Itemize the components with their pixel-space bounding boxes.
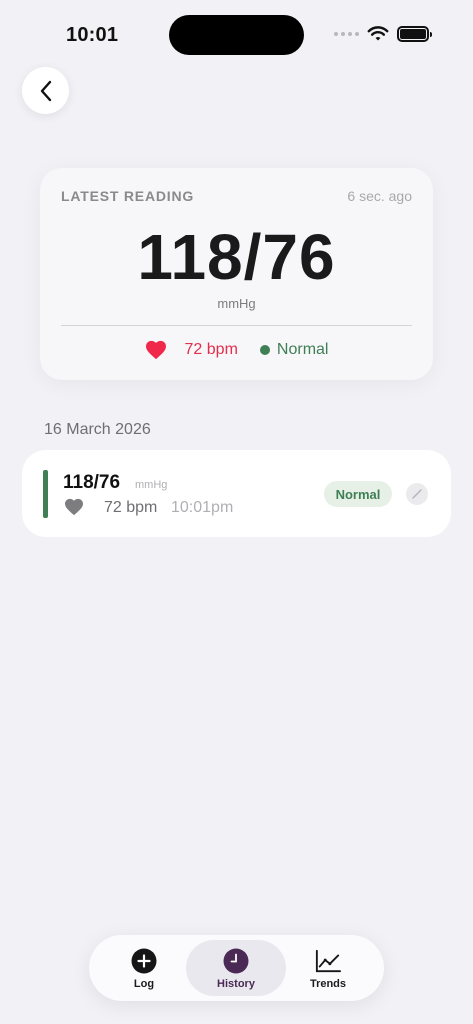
- entry-bpm: 72 bpm: [104, 499, 158, 516]
- latest-status: Normal: [276, 341, 329, 358]
- tab-label: History: [217, 978, 255, 990]
- cellular-signal-icon: [334, 32, 359, 36]
- latest-reading-time: 6 sec. ago: [347, 188, 412, 204]
- tab-bar: Log History Trends: [89, 935, 384, 1001]
- tab-log[interactable]: Log: [94, 940, 194, 996]
- entry-unit: mmHg: [135, 479, 168, 491]
- status-time: 10:01: [66, 24, 119, 46]
- latest-reading-meta: 72 bpm Normal: [40, 340, 433, 360]
- latest-reading-value: 118/76: [137, 221, 336, 293]
- tab-label: Log: [133, 978, 155, 990]
- clock-icon: [223, 948, 249, 974]
- entry-value: 118/76: [63, 472, 121, 493]
- status-indicators: [334, 26, 432, 42]
- chevron-left-icon: [40, 80, 51, 101]
- tab-label: Trends: [309, 978, 347, 990]
- pencil-icon: [412, 489, 422, 499]
- status-badge: Normal: [324, 481, 392, 507]
- latest-reading-card: LATEST READING 6 sec. ago 118/76 mmHg 72…: [40, 168, 433, 380]
- latest-reading-unit: mmHg: [217, 296, 256, 311]
- heart-icon: [65, 498, 83, 516]
- edit-button[interactable]: [406, 483, 428, 505]
- status-dot: [259, 345, 270, 355]
- divider: [61, 325, 412, 326]
- dynamic-island: [169, 15, 304, 55]
- entry-time: 10:01pm: [171, 499, 234, 516]
- plus-circle-icon: [131, 948, 157, 974]
- tab-trends[interactable]: Trends: [278, 940, 378, 996]
- wifi-icon: [367, 26, 389, 41]
- chart-icon: [315, 948, 341, 974]
- heart-icon: [145, 340, 166, 360]
- date-header: 16 March 2026: [44, 421, 151, 438]
- latest-bpm: 72 bpm: [184, 341, 238, 358]
- battery-icon: [397, 26, 432, 42]
- reading-list-item[interactable]: 118/76 mmHg 72 bpm 10:01pm Normal: [22, 450, 451, 537]
- tab-history[interactable]: History: [186, 940, 286, 996]
- back-button[interactable]: [22, 67, 69, 114]
- latest-reading-label: LATEST READING: [61, 188, 195, 204]
- status-indicator-bar: [43, 470, 48, 518]
